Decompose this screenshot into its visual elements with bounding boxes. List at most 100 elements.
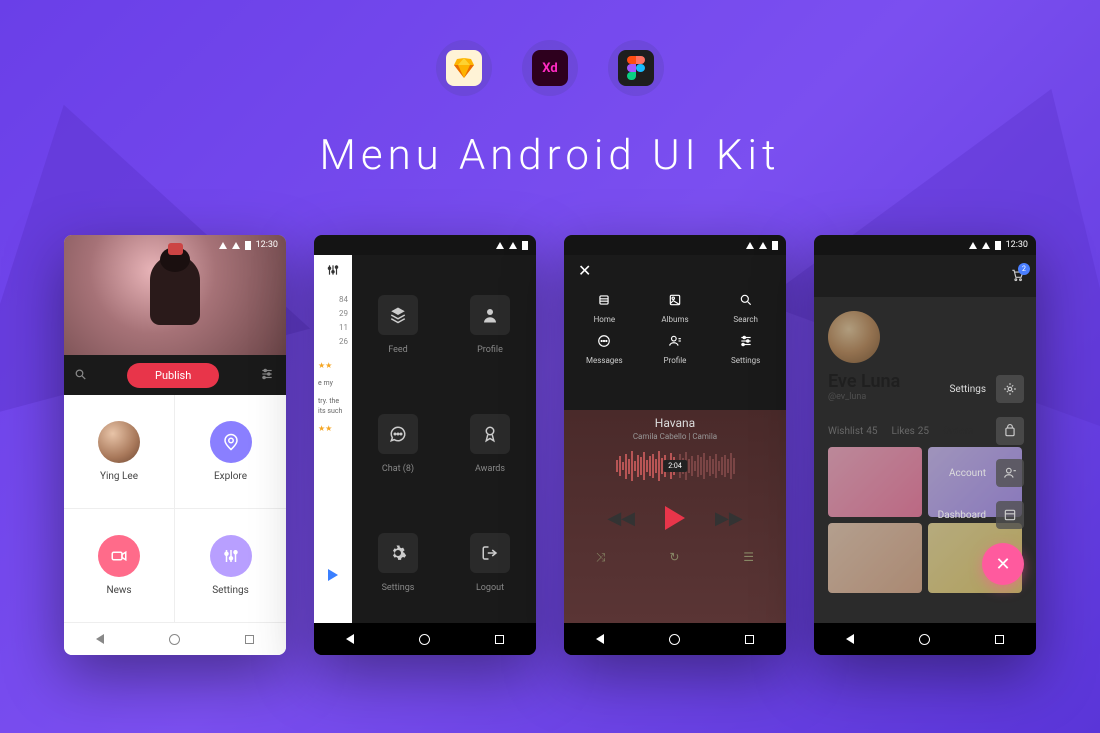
grid-icon (996, 501, 1024, 529)
menu-item-awards[interactable]: Awards (444, 384, 536, 503)
android-nav-bar (64, 623, 286, 655)
time-badge: 2:04 (663, 460, 687, 472)
layers-icon (378, 295, 418, 335)
chat-icon (378, 414, 418, 454)
menu-item-albums[interactable]: Albums (645, 293, 706, 324)
fab-item-dashboard[interactable]: Dashboard (938, 501, 1024, 529)
menu-grid: Ying Lee Explore News Settings (64, 395, 286, 623)
home-icon[interactable] (919, 634, 930, 645)
attachment-icon[interactable]: ⚲ (72, 366, 91, 385)
cart-icon (996, 417, 1024, 445)
sliders-icon[interactable] (314, 255, 352, 285)
close-icon[interactable]: ✕ (578, 261, 591, 280)
sliders-icon (210, 535, 252, 577)
play-icon[interactable] (328, 569, 338, 581)
shuffle-icon[interactable]: ⤨ (596, 550, 606, 565)
profile-icon (668, 334, 682, 350)
back-icon[interactable] (96, 634, 104, 644)
logout-icon (470, 533, 510, 573)
sliders-icon[interactable] (260, 366, 274, 385)
grid-item-explore[interactable]: Explore (175, 395, 286, 509)
home-icon[interactable] (419, 634, 430, 645)
camera-icon (98, 535, 140, 577)
queue-icon[interactable]: ☰ (743, 550, 754, 565)
home-icon[interactable] (169, 634, 180, 645)
gear-icon (996, 375, 1024, 403)
award-icon (470, 414, 510, 454)
player-controls: ◀◀ ▶▶ (564, 506, 786, 530)
xd-icon: Xd (522, 40, 578, 96)
prev-icon[interactable]: ◀◀ (607, 508, 635, 529)
menu-item-home[interactable]: Home (574, 293, 635, 324)
sliders-icon (739, 334, 753, 350)
avatar-icon (98, 421, 140, 463)
tab-wishlist[interactable]: Wishlist45 (828, 426, 878, 437)
status-bar (564, 235, 786, 255)
song-artist: Camila Cabello | Camila (564, 432, 786, 441)
recents-icon[interactable] (495, 635, 504, 644)
fab-item-account[interactable]: Account (949, 459, 1024, 487)
home-icon (597, 293, 611, 309)
fab-menu: Settings Account Dashboard ✕ (938, 375, 1024, 585)
android-nav-bar (314, 623, 536, 655)
tab-likes[interactable]: Likes25 (892, 426, 930, 437)
image-icon (668, 293, 682, 309)
menu-item-settings[interactable]: Settings (352, 504, 444, 623)
top-bar: 2 (814, 255, 1036, 297)
dark-menu-grid: Feed Profile Chat (8) Awards Settings Lo… (352, 265, 536, 623)
phone-mockup-2: 84 29 11 26 ★★ e my try. the its such ★★… (314, 235, 536, 655)
fab-close-button[interactable]: ✕ (982, 543, 1024, 585)
grid-item-settings[interactable]: Settings (175, 509, 286, 623)
phone-mockup-1: 12:30 ⚲ Publish Ying Lee Explore News Se… (64, 235, 286, 655)
repeat-icon[interactable]: ↻ (669, 550, 679, 565)
grid-item-profile[interactable]: Ying Lee (64, 395, 175, 509)
search-icon (739, 293, 753, 309)
home-icon[interactable] (669, 634, 680, 645)
grid-item-news[interactable]: News (64, 509, 175, 623)
action-bar: ⚲ Publish (64, 355, 286, 395)
android-nav-bar (814, 623, 1036, 655)
fab-item-settings[interactable]: Settings (949, 375, 1024, 403)
figma-icon (608, 40, 664, 96)
recents-icon[interactable] (745, 635, 754, 644)
android-nav-bar (564, 623, 786, 655)
gallery-item[interactable] (828, 523, 922, 593)
back-icon[interactable] (596, 634, 604, 644)
pin-icon (210, 421, 252, 463)
status-bar: 12:30 (64, 235, 286, 255)
phone-mockup-3: ✕ Home Albums Search Messages Profile Se… (564, 235, 786, 655)
phone-mockup-4: 12:30 2 Eve Luna @ev_luna Wishlist45 Lik… (814, 235, 1036, 655)
side-strip: 84 29 11 26 ★★ e my try. the its such ★★ (314, 255, 352, 623)
recents-icon[interactable] (995, 635, 1004, 644)
back-icon[interactable] (846, 634, 854, 644)
song-title: Havana (564, 410, 786, 430)
recents-icon[interactable] (245, 635, 254, 644)
play-icon[interactable] (665, 506, 685, 530)
menu-item-settings[interactable]: Settings (715, 334, 776, 365)
menu-item-search[interactable]: Search (715, 293, 776, 324)
waveform[interactable]: 2:04 (564, 441, 786, 491)
menu-item-messages[interactable]: Messages (574, 334, 635, 365)
menu-item-chat[interactable]: Chat (8) (352, 384, 444, 503)
sketch-icon (436, 40, 492, 96)
gallery-item[interactable] (828, 447, 922, 517)
menu-item-profile[interactable]: Profile (444, 265, 536, 384)
gear-icon (378, 533, 418, 573)
back-icon[interactable] (346, 634, 354, 644)
publish-button[interactable]: Publish (127, 363, 219, 388)
next-icon[interactable]: ▶▶ (715, 508, 743, 529)
message-icon (597, 334, 611, 350)
user-icon (470, 295, 510, 335)
menu-item-logout[interactable]: Logout (444, 504, 536, 623)
music-player: Havana Camila Cabello | Camila 2:04 ◀◀ ▶… (564, 410, 786, 623)
menu-item-profile[interactable]: Profile (645, 334, 706, 365)
music-menu: Home Albums Search Messages Profile Sett… (564, 285, 786, 373)
avatar[interactable] (828, 311, 880, 363)
cart-badge: 2 (1018, 263, 1030, 275)
menu-item-feed[interactable]: Feed (352, 265, 444, 384)
status-bar: 12:30 (814, 235, 1036, 255)
status-bar (314, 235, 536, 255)
user-icon (996, 459, 1024, 487)
fab-item-cart[interactable] (986, 417, 1024, 445)
cart-icon[interactable]: 2 (1010, 267, 1024, 286)
